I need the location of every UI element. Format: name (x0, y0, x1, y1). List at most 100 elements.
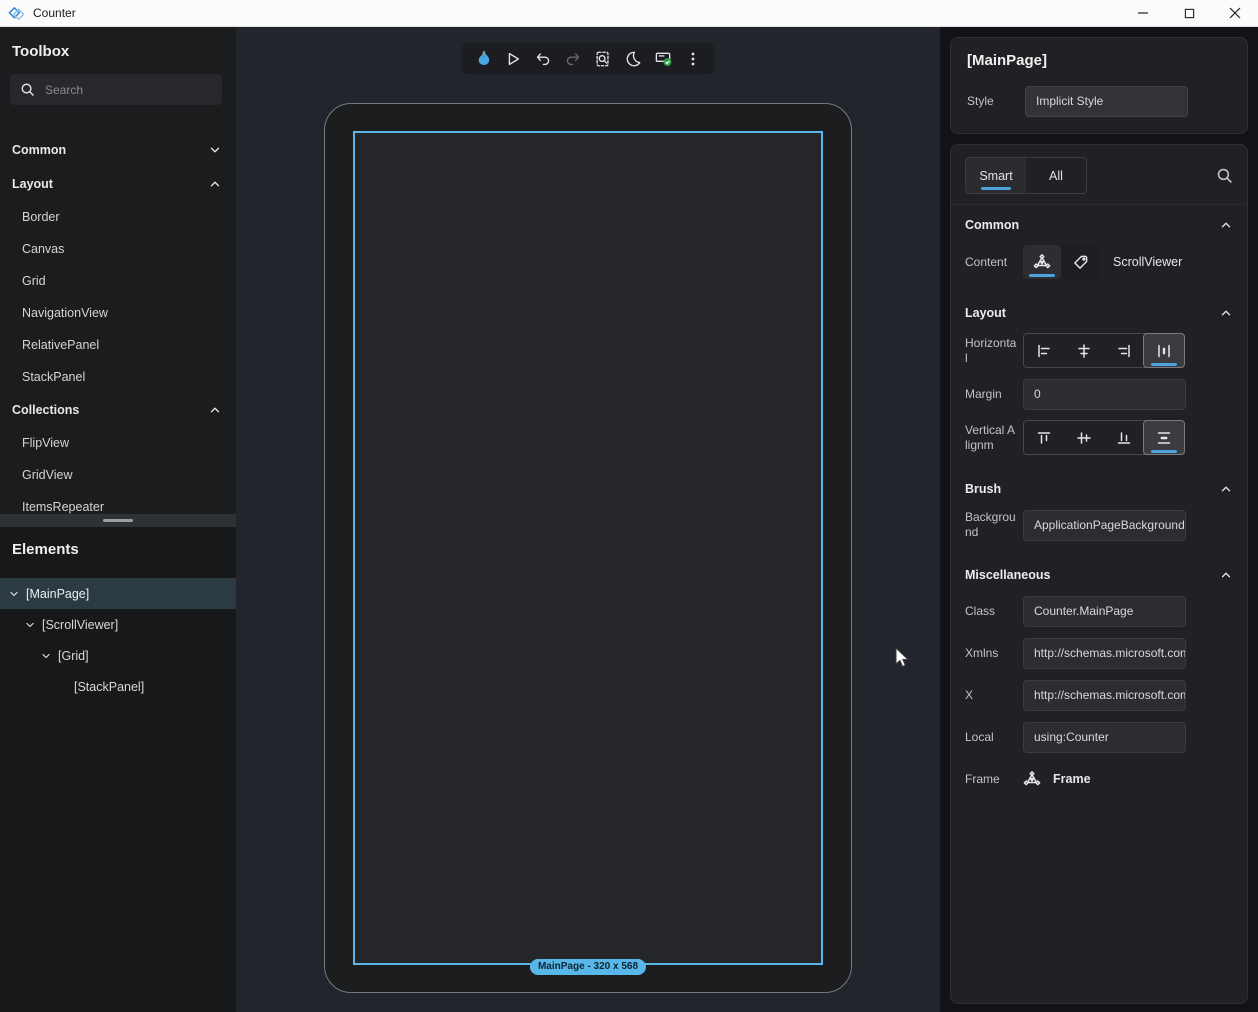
chevron-down-icon[interactable] (22, 619, 38, 631)
chevron-up-icon (208, 403, 222, 417)
align-center-horizontal-button[interactable] (1064, 334, 1104, 367)
content-label: Content (965, 255, 1023, 270)
align-center-vertical-icon (1076, 430, 1092, 446)
theme-moon-icon[interactable] (618, 45, 648, 72)
toolbox-section-layout[interactable]: Layout (0, 167, 236, 201)
mainpage-design-surface[interactable]: MainPage - 320 x 568 (353, 131, 823, 965)
class-field[interactable]: Counter.MainPage (1023, 596, 1186, 627)
class-label: Class (965, 604, 1023, 619)
property-search-button[interactable] (1205, 167, 1233, 184)
toolbox-item-flipview[interactable]: FlipView (0, 427, 236, 459)
tab-smart[interactable]: Smart (966, 158, 1026, 193)
vertical-alignment-group (1023, 420, 1185, 455)
toolbox-section-collections[interactable]: Collections (0, 393, 236, 427)
frame-row: Frame Frame (965, 763, 1233, 795)
property-tabs: Smart All (965, 157, 1087, 194)
toolbox-item-navigationview[interactable]: NavigationView (0, 297, 236, 329)
align-left-button[interactable] (1024, 334, 1064, 367)
section-miscellaneous[interactable]: Miscellaneous (951, 555, 1247, 595)
element-icon (1023, 770, 1041, 788)
section-layout[interactable]: Layout (951, 293, 1247, 333)
tree-item-grid[interactable]: [Grid] (0, 640, 236, 671)
background-row: Background ApplicationPageBackground (965, 509, 1233, 541)
frame-reference-chip[interactable]: Frame (1023, 770, 1091, 788)
align-bottom-button[interactable] (1104, 421, 1144, 454)
element-mode-button[interactable] (1023, 245, 1061, 279)
panel-resize-handle[interactable] (0, 514, 236, 527)
toolbox-item-itemsrepeater[interactable]: ItemsRepeater (0, 491, 236, 514)
margin-field[interactable]: 0 (1023, 379, 1186, 410)
toolbox-item-relativepanel[interactable]: RelativePanel (0, 329, 236, 361)
align-center-horizontal-icon (1076, 343, 1092, 359)
design-canvas[interactable]: MainPage - 320 x 568 (236, 27, 940, 1012)
selected-mode-indicator (1029, 274, 1055, 277)
chevron-up-icon (1219, 568, 1233, 582)
toolbox-item-gridview[interactable]: GridView (0, 459, 236, 491)
horizontal-alignment-label: Horizontal (965, 336, 1023, 366)
style-field[interactable]: Implicit Style (1025, 86, 1188, 117)
tab-all[interactable]: All (1026, 158, 1086, 193)
align-top-icon (1036, 430, 1052, 446)
toolbox-item-canvas[interactable]: Canvas (0, 233, 236, 265)
chevron-down-icon[interactable] (38, 650, 54, 662)
align-center-vertical-button[interactable] (1064, 421, 1104, 454)
content-value: ScrollViewer (1113, 255, 1182, 269)
connection-status-icon[interactable] (648, 45, 678, 72)
active-tab-indicator (981, 187, 1011, 190)
vertical-alignment-label: Vertical Alignm (965, 423, 1023, 453)
undo-icon[interactable] (528, 45, 558, 72)
play-icon[interactable] (498, 45, 528, 72)
x-label: X (965, 688, 1023, 703)
toolbox-search-input[interactable] (45, 83, 212, 97)
local-field[interactable]: using:Counter (1023, 722, 1186, 753)
xmlns-field[interactable]: http://schemas.microsoft.com (1023, 638, 1186, 669)
toolbox-item-border[interactable]: Border (0, 201, 236, 233)
stretch-horizontal-button[interactable] (1144, 334, 1184, 367)
margin-row: Margin 0 (965, 378, 1233, 410)
selected-align-indicator (1151, 450, 1177, 453)
align-right-button[interactable] (1104, 334, 1144, 367)
align-top-button[interactable] (1024, 421, 1064, 454)
frame-value: Frame (1053, 772, 1091, 786)
resource-tag-button[interactable] (1061, 245, 1099, 279)
chevron-down-icon[interactable] (6, 588, 22, 600)
toolbox-title: Toolbox (0, 43, 236, 60)
tree-item-stackpanel[interactable]: [StackPanel] (0, 671, 236, 702)
stretch-horizontal-icon (1156, 343, 1172, 359)
xmlns-label: Xmlns (965, 646, 1023, 661)
tree-item-mainpage[interactable]: [MainPage] (0, 578, 236, 609)
toolbox-search[interactable] (10, 74, 222, 105)
style-label: Style (967, 94, 1025, 109)
toolbox-item-stackpanel[interactable]: StackPanel (0, 361, 236, 393)
properties-card: Smart All Common (950, 144, 1248, 1004)
vertical-alignment-row: Vertical Alignm (965, 420, 1233, 455)
x-row: X http://schemas.microsoft.com (965, 679, 1233, 711)
close-button[interactable] (1212, 0, 1258, 26)
toolbox-section-common[interactable]: Common (0, 133, 236, 167)
resize-grip (103, 519, 133, 522)
tag-icon (1072, 254, 1089, 271)
section-common[interactable]: Common (951, 205, 1247, 245)
minimize-button[interactable] (1120, 0, 1166, 26)
class-row: Class Counter.MainPage (965, 595, 1233, 627)
local-row: Local using:Counter (965, 721, 1233, 753)
maximize-button[interactable] (1166, 0, 1212, 26)
section-brush[interactable]: Brush (951, 469, 1247, 509)
frame-label: Frame (965, 772, 1023, 787)
local-label: Local (965, 730, 1023, 745)
redo-icon[interactable] (558, 45, 588, 72)
style-row: Style Implicit Style (967, 85, 1231, 117)
element-icon (1033, 253, 1051, 271)
background-field[interactable]: ApplicationPageBackground (1023, 510, 1186, 541)
zoom-region-icon[interactable] (588, 45, 618, 72)
align-bottom-icon (1116, 430, 1132, 446)
x-field[interactable]: http://schemas.microsoft.com (1023, 680, 1186, 711)
tree-item-scrollviewer[interactable]: [ScrollViewer] (0, 609, 236, 640)
search-icon (20, 82, 35, 97)
hot-reload-flame-icon[interactable] (468, 45, 498, 72)
stretch-vertical-button[interactable] (1144, 421, 1184, 454)
more-kebab-icon[interactable] (678, 45, 708, 72)
align-right-icon (1116, 343, 1132, 359)
mouse-cursor (893, 647, 913, 674)
toolbox-item-grid[interactable]: Grid (0, 265, 236, 297)
